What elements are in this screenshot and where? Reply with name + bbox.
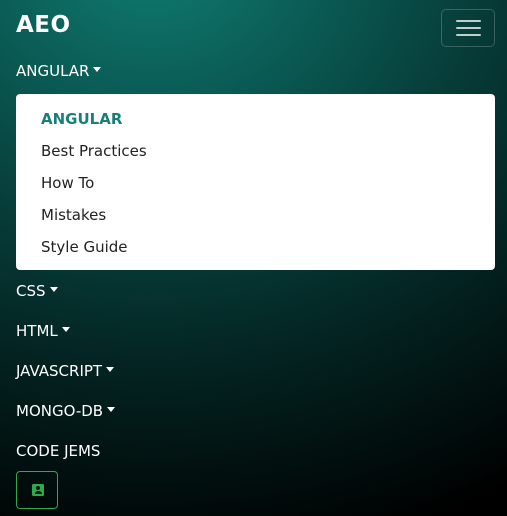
contact-card-icon [32, 484, 44, 496]
nav-item-label: ANGULAR [16, 62, 90, 80]
nav-item-code-jems[interactable]: CODE JEMS [16, 442, 100, 460]
caret-down-icon [93, 67, 102, 72]
nav-item-label: CODE JEMS [16, 442, 101, 460]
dropdown-item-mistakes[interactable]: Mistakes [41, 206, 106, 224]
caret-down-icon [61, 327, 70, 332]
caret-down-icon [106, 367, 115, 372]
nav-item-angular[interactable]: ANGULAR [16, 62, 102, 80]
dropdown-item-how-to[interactable]: How To [41, 174, 94, 192]
dropdown-item-angular[interactable]: ANGULAR [41, 110, 122, 128]
caret-down-icon [107, 407, 116, 412]
nav-item-css[interactable]: CSS [16, 282, 58, 300]
nav-item-label: MONGO-DB [16, 402, 104, 420]
navbar-toggler-button[interactable] [441, 9, 495, 47]
nav-item-label: JAVASCRIPT [16, 362, 103, 380]
nav-item-label: CSS [16, 282, 46, 300]
contact-button[interactable] [16, 471, 58, 509]
dropdown-item-style-guide[interactable]: Style Guide [41, 238, 128, 256]
nav-item-html[interactable]: HTML [16, 322, 70, 340]
nav-item-javascript[interactable]: JAVASCRIPT [16, 362, 115, 380]
menu-icon [456, 20, 481, 37]
caret-down-icon [49, 287, 58, 292]
nav-item-label: HTML [16, 322, 58, 340]
brand-logo[interactable]: AEO [16, 12, 71, 38]
angular-dropdown-menu: ANGULAR Best Practices How To Mistakes S… [16, 94, 495, 270]
nav-item-mongodb[interactable]: MONGO-DB [16, 402, 116, 420]
dropdown-item-best-practices[interactable]: Best Practices [41, 142, 147, 160]
